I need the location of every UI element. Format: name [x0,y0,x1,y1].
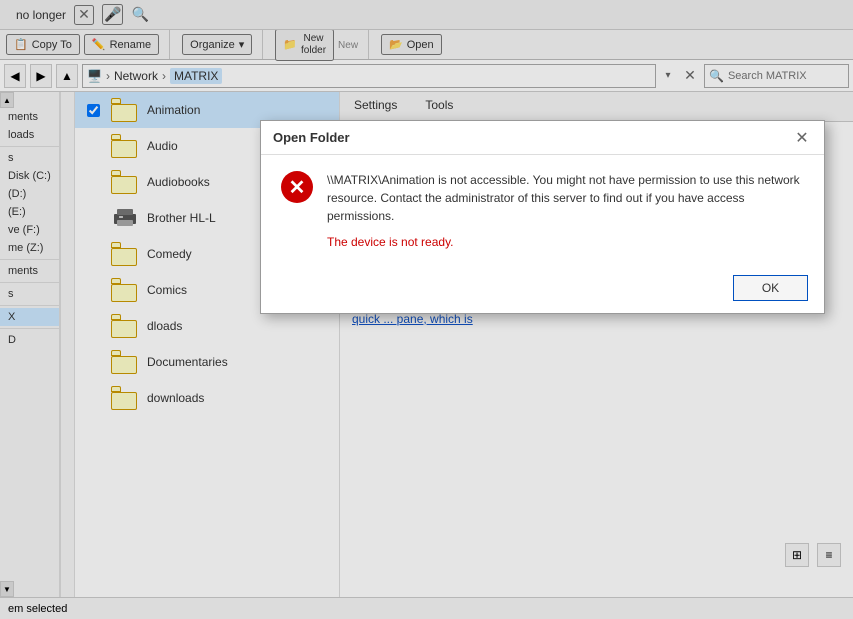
dialog-error-text: \\MATRIX\Animation is not accessible. Yo… [327,173,800,223]
dialog-titlebar: Open Folder ✕ [261,121,824,155]
dialog-close-button[interactable]: ✕ [792,128,812,148]
dialog-body: ✕ \\MATRIX\Animation is not accessible. … [261,155,824,267]
open-folder-dialog: Open Folder ✕ ✕ \\MATRIX\Animation is no… [260,120,825,314]
ok-button[interactable]: OK [733,275,808,301]
dialog-overlay: Open Folder ✕ ✕ \\MATRIX\Animation is no… [0,0,853,619]
dialog-message: \\MATRIX\Animation is not accessible. Yo… [327,171,804,251]
error-icon: ✕ [281,171,313,203]
dialog-device-message: The device is not ready. [327,233,804,251]
dialog-title: Open Folder [273,130,350,145]
dialog-footer: OK [261,267,824,313]
